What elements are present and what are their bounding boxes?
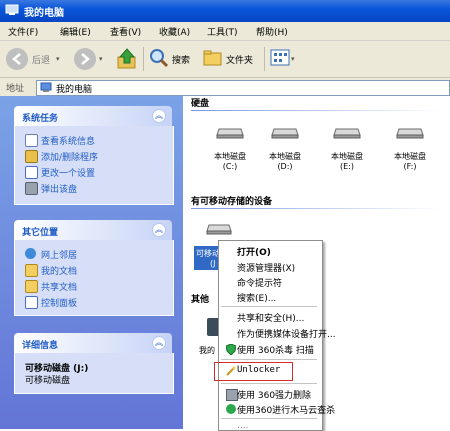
ctx-search[interactable]: 搜索(E)... — [237, 291, 276, 304]
shared-folder-icon — [25, 280, 38, 293]
system-tasks-header[interactable]: 系统任务 ︽ — [14, 106, 172, 126]
collapse-chevron-icon[interactable]: ︽ — [152, 336, 166, 350]
folders-icon[interactable] — [203, 49, 223, 67]
search-button-label[interactable]: 搜索 — [172, 53, 190, 66]
address-label: 地址 — [6, 84, 25, 94]
ctx-explorer[interactable]: 资源管理器(X) — [237, 261, 295, 274]
toolbar-separator — [143, 47, 144, 71]
system-info-icon — [25, 134, 38, 147]
drive-c[interactable]: 本地磁盘 (C:) — [203, 125, 257, 175]
drive-label: 本地磁盘 — [331, 152, 363, 161]
section-divider — [191, 110, 441, 111]
drive-label: 本地磁盘 — [269, 152, 301, 161]
ctx-sharing-security[interactable]: 共享和安全(H)... — [237, 311, 304, 324]
ctx-unlocker[interactable]: Unlocker — [237, 365, 280, 375]
back-button-label[interactable]: 后退 — [32, 53, 50, 66]
hard-drive-icon — [333, 125, 361, 139]
network-icon — [25, 248, 36, 259]
menu-view[interactable]: 查看(V) — [110, 25, 141, 38]
drive-letter: (D:) — [277, 162, 293, 171]
up-folder-icon[interactable] — [116, 47, 138, 71]
details-title: 详细信息 — [22, 341, 59, 351]
toolbar: 后退 ▾ ▾ 搜索 文件夹 ▾ — [0, 41, 450, 78]
control-panel-icon — [25, 166, 38, 179]
documents-folder-icon — [25, 264, 38, 277]
computer-icon — [40, 82, 52, 93]
details-panel: 可移动磁盘 (J:) 可移动磁盘 — [14, 353, 174, 394]
system-tasks-title: 系统任务 — [22, 114, 59, 124]
collapse-chevron-icon[interactable]: ︽ — [152, 223, 166, 237]
toolbar-separator — [264, 47, 265, 71]
drive-e[interactable]: 本地磁盘 (E:) — [320, 125, 374, 175]
forward-icon[interactable] — [74, 48, 96, 70]
other-places-title: 其它位置 — [22, 228, 59, 238]
drive-f[interactable]: 本地磁盘 (F:) — [383, 125, 437, 175]
search-icon[interactable] — [149, 48, 169, 68]
ctx-command-prompt[interactable]: 命令提示符 — [237, 276, 282, 289]
drive-letter: (E:) — [340, 162, 354, 171]
drive-label: 本地磁盘 — [394, 152, 426, 161]
drive-d[interactable]: 本地磁盘 (D:) — [258, 125, 312, 175]
details-header[interactable]: 详细信息 ︽ — [14, 333, 172, 353]
other-header: 其他 — [191, 295, 210, 305]
removable-drive-icon[interactable] — [206, 222, 232, 236]
control-panel-icon — [25, 296, 38, 309]
other-places-panel: 网上邻居 我的文档 共享文档 控制面板 — [14, 240, 174, 316]
removable-storage-header: 有可移动存储的设备 — [191, 197, 273, 207]
menu-separator — [221, 359, 317, 360]
menu-favorites[interactable]: 收藏(A) — [159, 25, 190, 38]
other-device-label: 我的 — [199, 346, 215, 355]
menu-separator — [221, 383, 317, 384]
computer-icon — [5, 4, 19, 16]
ctx-360-scan[interactable]: 使用 360杀毒 扫描 — [237, 343, 314, 356]
address-input[interactable]: 我的电脑 — [36, 80, 450, 96]
360-shield-icon — [225, 343, 237, 356]
hard-drive-icon — [271, 125, 299, 139]
menu-bar: 文件(F) 编辑(E) 查看(V) 收藏(A) 工具(T) 帮助(H) — [0, 22, 450, 41]
section-divider — [191, 208, 441, 209]
folders-button-label[interactable]: 文件夹 — [226, 53, 253, 66]
views-dropdown-icon[interactable]: ▾ — [291, 55, 295, 63]
back-icon[interactable] — [6, 48, 28, 70]
collapse-chevron-icon[interactable]: ︽ — [152, 109, 166, 123]
menu-separator — [221, 418, 317, 419]
menu-file[interactable]: 文件(F) — [8, 25, 38, 38]
forward-dropdown-icon[interactable]: ▾ — [99, 55, 103, 63]
views-icon[interactable] — [270, 49, 290, 67]
drive-letter: (C:) — [222, 162, 238, 171]
eject-icon — [25, 182, 38, 195]
back-dropdown-icon[interactable]: ▾ — [56, 55, 60, 63]
hard-drive-icon — [216, 125, 244, 139]
address-value: 我的电脑 — [56, 85, 93, 95]
ctx-open[interactable]: 打开(O) — [237, 245, 271, 258]
hard-drive-icon — [396, 125, 424, 139]
menu-help[interactable]: 帮助(H) — [256, 25, 288, 38]
menu-tools[interactable]: 工具(T) — [207, 25, 238, 38]
drive-label: 本地磁盘 — [214, 152, 246, 161]
system-tasks-panel: 查看系统信息 添加/删除程序 更改一个设置 弹出该盘 — [14, 126, 174, 205]
ctx-more-cutoff[interactable]: .... — [237, 421, 248, 431]
window-title: 我的电脑 — [24, 8, 64, 19]
ctx-360-trojan-scan[interactable]: 使用360进行木马云查杀 — [237, 403, 335, 416]
menu-edit[interactable]: 编辑(E) — [60, 25, 91, 38]
other-places-header[interactable]: 其它位置 ︽ — [14, 220, 172, 240]
unlocker-wand-icon — [226, 366, 236, 376]
programs-icon — [25, 150, 38, 163]
drive-letter: (F:) — [403, 162, 417, 171]
menu-separator — [221, 306, 317, 307]
360-cloud-scan-icon — [226, 404, 236, 414]
hard-disks-header: 硬盘 — [191, 99, 210, 109]
details-type: 可移动磁盘 — [25, 376, 71, 386]
ctx-open-portable-device[interactable]: 作为便携媒体设备打开... — [237, 327, 336, 340]
ctx-360-force-delete[interactable]: 使用 360强力删除 — [237, 388, 311, 401]
title-bar: 我的电脑 — [0, 0, 450, 22]
